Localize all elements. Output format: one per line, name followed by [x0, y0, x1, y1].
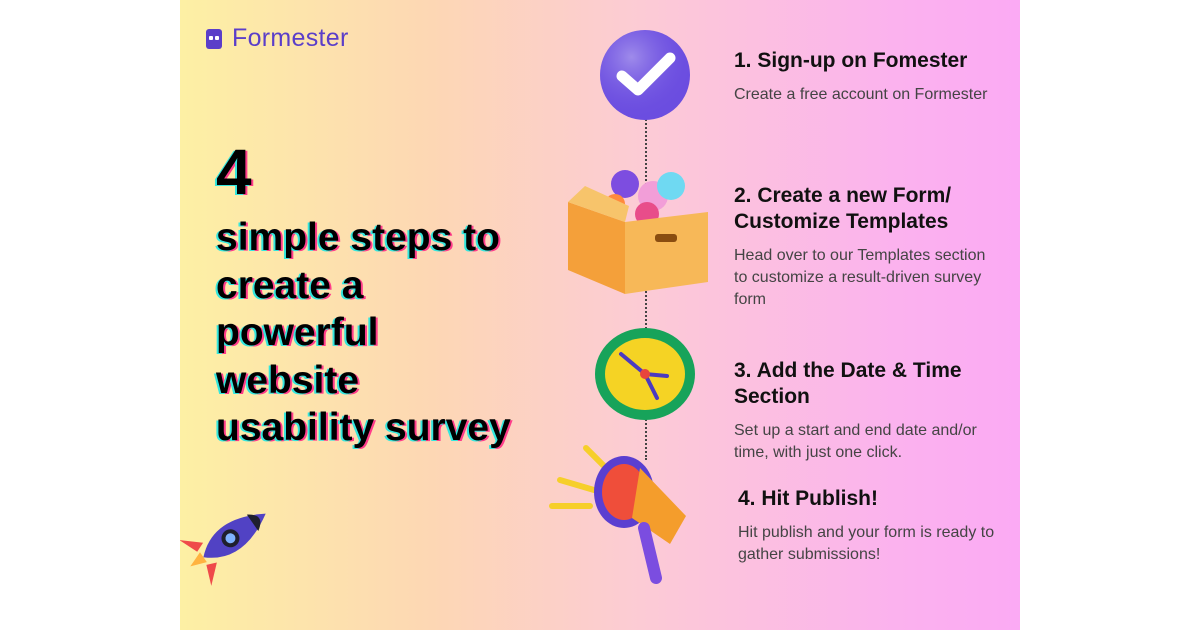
promo-card: Formester 4 simple steps to create a pow… — [180, 0, 1020, 630]
brand[interactable]: Formester — [206, 24, 349, 53]
formester-logo-icon — [206, 28, 222, 49]
step-1: 1. Sign-up on Fomester Create a free acc… — [734, 48, 994, 106]
headline-number: 4 — [216, 136, 252, 208]
step-description: Hit publish and your form is ready to ga… — [738, 524, 995, 563]
headline: 4 simple steps to create a powerful webs… — [216, 140, 516, 452]
step-title: 2. Create a new Form/ Customize Template… — [734, 184, 952, 233]
step-description: Head over to our Templates section to cu… — [734, 247, 986, 308]
checkmark-icon — [600, 30, 690, 120]
step-title: 1. Sign-up on Fomester — [734, 49, 968, 72]
step-description: Create a free account on Formester — [734, 86, 988, 103]
rocket-icon — [180, 513, 266, 586]
megaphone-icon — [549, 445, 686, 584]
step-description: Set up a start and end date and/or time,… — [734, 422, 977, 461]
step-title: 3. Add the Date & Time Section — [734, 359, 962, 408]
step-2: 2. Create a new Form/ Customize Template… — [734, 183, 994, 311]
step-4: 4. Hit Publish! Hit publish and your for… — [738, 486, 998, 566]
box-icon — [568, 170, 708, 294]
headline-text: simple steps to create a powerful websit… — [216, 216, 511, 449]
step-3: 3. Add the Date & Time Section Set up a … — [734, 358, 994, 464]
brand-name: Formester — [232, 24, 349, 52]
step-title: 4. Hit Publish! — [738, 487, 879, 510]
clock-icon — [595, 328, 695, 420]
